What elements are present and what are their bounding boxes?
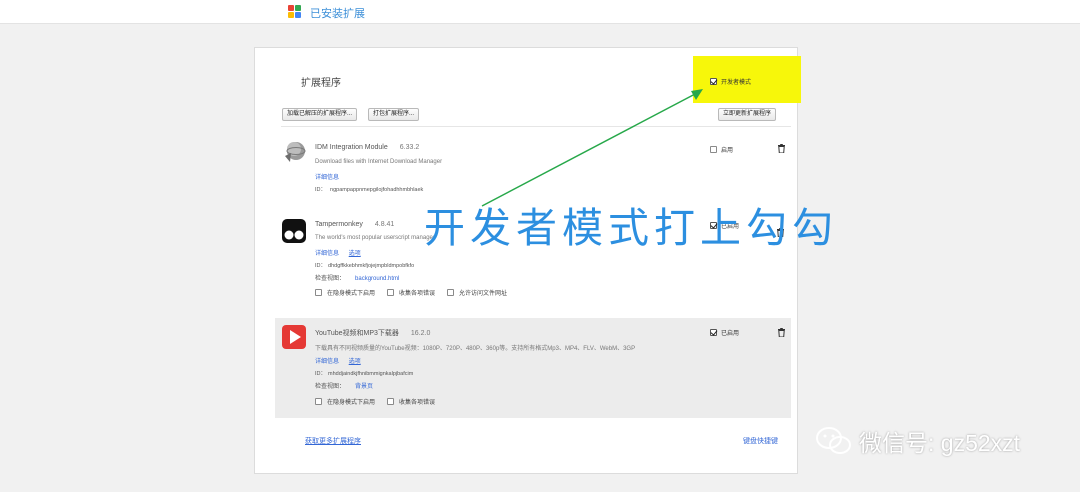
extension-name: YouTube视频和MP3下载器 16.2.0 [315, 330, 431, 337]
extension-description: 下载具有不同视频质量的YouTube视频：1080P、720P、480P、360… [315, 346, 636, 352]
enable-toggle[interactable]: 已启用 [710, 328, 739, 337]
inspect-views: 检查视图： background.html [315, 276, 400, 282]
extension-name: IDM Integration Module 6.33.2 [315, 144, 420, 151]
top-bar: 已安装扩展 [0, 0, 1080, 24]
extension-links: 详细信息 选项 [315, 356, 369, 365]
incognito-option[interactable]: 在隐身模式下启用 [315, 288, 375, 297]
developer-mode-checkbox[interactable] [710, 78, 717, 85]
details-link[interactable]: 详细信息 [315, 359, 339, 365]
extension-name: Tampermonkey 4.8.41 [315, 221, 395, 228]
watermark: 微信号: gz52xzt [815, 424, 1020, 458]
background-page-link[interactable]: 背景页 [355, 384, 373, 390]
trash-icon[interactable] [777, 328, 786, 337]
divider [281, 126, 791, 127]
incognito-option[interactable]: 在隐身模式下启用 [315, 397, 375, 406]
file-access-option[interactable]: 允许访问文件网址 [447, 288, 507, 297]
get-more-extensions-link[interactable]: 获取更多扩展程序 [305, 436, 361, 446]
watermark-text: 微信号: gz52xzt [859, 430, 1021, 456]
background-page-link[interactable]: background.html [355, 276, 399, 282]
annotation-text: 开发者模式打上勾勾 [424, 204, 838, 252]
tampermonkey-icon [282, 219, 306, 243]
details-link[interactable]: 详细信息 [315, 175, 339, 181]
extension-id: ID： mhddjaindkjfhnibmmignkalpjbafcim [315, 371, 414, 377]
file-access-checkbox[interactable] [447, 289, 455, 296]
extension-links: 详细信息 [315, 172, 347, 181]
pack-extension-button[interactable]: 打包扩展程序... [368, 108, 420, 121]
youtube-downloader-icon [282, 325, 306, 349]
collect-errors-option[interactable]: 收集各项错误 [387, 288, 435, 297]
extensions-logo-icon [288, 5, 301, 18]
collect-errors-checkbox[interactable] [387, 398, 395, 405]
update-extensions-button[interactable]: 立即更新扩展程序 [718, 108, 777, 121]
developer-mode-toggle[interactable]: 开发者模式 [710, 77, 751, 86]
trash-icon[interactable] [777, 144, 786, 153]
incognito-checkbox[interactable] [315, 398, 322, 405]
extension-links: 详细信息 选项 [315, 248, 369, 257]
panel-title: 扩展程序 [301, 78, 341, 89]
enable-checkbox[interactable] [710, 146, 717, 153]
extension-options: 在隐身模式下启用 收集各项错误 [315, 397, 435, 406]
extension-options: 在隐身模式下启用 收集各项错误 允许访问文件网址 [315, 288, 507, 297]
idm-globe-icon [285, 142, 306, 162]
details-link[interactable]: 详细信息 [315, 251, 339, 257]
incognito-checkbox[interactable] [315, 289, 322, 296]
extension-item: YouTube视频和MP3下载器 16.2.0 下载具有不同视频质量的YouTub… [275, 318, 791, 418]
collect-errors-checkbox[interactable] [387, 289, 395, 296]
extension-item: IDM Integration Module 6.33.2 Download fi… [275, 132, 791, 198]
load-unpacked-button[interactable]: 加载已解压的扩展程序... [282, 108, 358, 121]
enable-toggle[interactable]: 启用 [710, 145, 733, 154]
enable-checkbox[interactable] [710, 329, 717, 336]
options-link[interactable]: 选项 [349, 359, 361, 365]
collect-errors-option[interactable]: 收集各项错误 [387, 397, 435, 406]
inspect-views: 检查视图： 背景页 [315, 384, 374, 390]
extension-id: ID： ngpampappnmepgilojfohadhhmbhlaek [315, 187, 424, 193]
options-link[interactable]: 选项 [349, 251, 361, 257]
developer-mode-label: 开发者模式 [721, 80, 752, 86]
page-title: 已安装扩展 [310, 8, 365, 20]
wechat-icon [816, 427, 851, 454]
extension-id: ID： dhdgffkkebhmkfjojejmpbldmpobfkfo [315, 263, 415, 269]
extensions-panel: 扩展程序 开发者模式 加载已解压的扩展程序... 打包扩展程序... 立即更新扩… [254, 47, 801, 474]
extension-description: The world's most popular userscript mana… [315, 235, 435, 241]
extension-description: Download files with Internet Download Ma… [315, 159, 443, 165]
keyboard-shortcuts-link[interactable]: 键盘快捷键 [743, 436, 778, 446]
